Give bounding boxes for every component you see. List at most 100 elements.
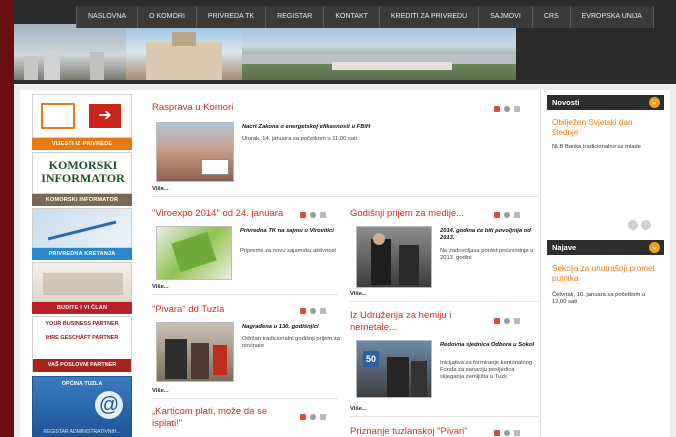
article-thumb-komora[interactable] [156,122,234,182]
print-icon[interactable] [504,318,510,324]
divider [152,196,538,197]
pdf-icon[interactable] [494,430,500,436]
divider [350,416,538,417]
opcina-label: OPĆINA TUZLA [61,381,103,387]
events-text: Četvrtak, 16. januara sa početkom u 12,0… [552,292,646,305]
article-thumb-pivara[interactable] [156,322,234,382]
nav-o-komori[interactable]: O KOMORI [138,6,197,28]
nav-crs[interactable]: CRS [532,6,571,28]
more-link[interactable]: Više... [350,406,367,412]
main-nav: NASLOVNA O KOMORI PRIVREDA TK REGISTAR K… [76,6,654,28]
article-headline[interactable]: Redovna sjednica Odbora u Sokol [440,342,540,349]
more-link[interactable]: Više... [350,291,367,297]
banner-informator-label: KOMORSKI INFORMATOR [32,194,132,206]
article-desc: Utorak, 14. januara sa početkom u 11,00 … [242,136,357,142]
arrow-right-icon: ➔ [89,104,121,128]
pdf-icon[interactable] [494,106,500,112]
left-frame-bar [0,0,14,437]
article-headline[interactable]: Privredna TK na sajmu u Virovitici [240,228,340,235]
section-title-priznanje[interactable]: Priznanje tuzlanskoj "Pivari" [350,426,468,437]
nav-evropska-unija[interactable]: EVROPSKA UNIJA [570,6,654,28]
article-headline[interactable]: Nagrađena u 130. godišnjici [242,324,340,331]
article-actions [494,318,520,324]
nav-kontakt[interactable]: KONTAKT [324,6,380,28]
pdf-icon[interactable] [494,318,500,324]
section-title-viroexpo[interactable]: "Viroexpo 2014" od 24. januara [152,208,283,219]
section-title-prijem[interactable]: Godišnji prijem za medije... [350,208,464,219]
article-thumb-viroexpo[interactable] [156,226,232,280]
banner-privredna-kretanja[interactable]: PRIVREDNA KRETANJA [32,208,132,260]
header-banner [14,24,516,80]
partner-line-3: VAŠ POSLOVNI PARTNER [33,359,131,372]
pdf-icon[interactable] [300,308,306,314]
at-icon: @ [95,391,123,419]
divider [152,294,338,295]
email-icon[interactable] [320,212,326,218]
registar-label: REGISTAR ADMINISTRATIVNIH... [43,429,121,435]
print-icon[interactable] [504,106,510,112]
article-headline[interactable]: Nacrt Zakona o energetskoj efikasnosti u… [242,124,492,131]
news-heading: Novosti [552,98,580,107]
more-link[interactable]: Više... [152,284,169,290]
print-icon[interactable] [310,212,316,218]
print-icon[interactable] [310,414,316,420]
print-icon[interactable] [504,430,510,436]
news-next-icon[interactable]: › [641,220,651,230]
news-text: NLB Banka tradicionalno uz mlade [552,144,641,150]
article-actions [300,308,326,314]
chevron-down-icon[interactable]: ⌄ [649,242,660,253]
chart-line-icon [47,220,117,241]
pdf-icon[interactable] [300,414,306,420]
email-icon[interactable] [320,308,326,314]
article-actions [300,414,326,420]
banner-komorski-informator[interactable]: KOMORSKI INFORMATOR KOMORSKI INFORMATOR [32,152,132,206]
email-icon[interactable] [514,106,520,112]
article-thumb-prijem[interactable] [356,226,432,288]
banner-business-partner[interactable]: YOUR BUSINESS PARTNER IHRE GESCHÄFT PART… [32,316,132,372]
banner-opcina-tuzla[interactable]: OPĆINA TUZLA @ REGISTAR ADMINISTRATIVNIH… [32,376,132,437]
events-heading: Najave [552,243,577,252]
section-title-pivara[interactable]: "Pivara" dd Tuzla [152,304,224,315]
print-icon[interactable] [310,308,316,314]
article-desc: Ne zadovoljava porast proizvodnje u 2013… [440,248,534,261]
nav-sajmovi[interactable]: SAJMOVI [479,6,533,28]
email-icon[interactable] [514,430,520,436]
article-thumb-udruzenje[interactable]: 50 [356,340,432,398]
more-link[interactable]: Više... [152,388,169,394]
email-icon[interactable] [514,318,520,324]
pdf-icon[interactable] [494,212,500,218]
envelope-icon [41,103,75,129]
nav-registar[interactable]: REGISTAR [266,6,325,28]
banner-budite-clan[interactable]: BUDITE I VI ČLAN [32,262,132,314]
section-title-rasprava[interactable]: Rasprava u Komori [152,102,233,113]
nav-naslovna[interactable]: NASLOVNA [76,6,139,28]
banner-clan-label: BUDITE I VI ČLAN [32,302,132,314]
section-title-kartica[interactable]: „Karticom plati, može da se isplati!" [152,406,292,430]
article-desc: Inicijativa za formiranje kantonalnog Fo… [440,360,533,380]
nav-krediti[interactable]: KREDITI ZA PRIVREDU [379,6,480,28]
content-area: ➔ VIJESTI IZ PRIVREDE KOMORSKI INFORMATO… [20,90,670,437]
members-photo [43,273,123,295]
banner-vijesti[interactable]: ➔ VIJESTI IZ PRIVREDE [32,94,132,150]
banner-building [126,24,242,80]
informator-title: KOMORSKI INFORMATOR [41,158,125,185]
nav-privreda-tk[interactable]: PRIVREDA TK [196,6,267,28]
article-headline[interactable]: 2014. godina će biti povoljnija od 2013. [440,228,540,242]
banner-kretanja-label: PRIVREDNA KRETANJA [32,248,132,260]
column-divider [540,90,541,437]
news-prev-icon[interactable]: ‹ [628,220,638,230]
events-title[interactable]: Sekcija za unutrašnji promet putnika [552,264,660,284]
pdf-icon[interactable] [300,212,306,218]
divider [350,301,538,302]
email-icon[interactable] [320,414,326,420]
news-header: Novosti ⌄ [547,95,664,110]
banner-city [242,24,516,80]
section-title-udruzenje[interactable]: Iz Udruženja za hemiju i nemetale... [350,310,490,334]
more-link[interactable]: Više... [152,186,169,192]
print-icon[interactable] [504,212,510,218]
partner-line-1: YOUR BUSINESS PARTNER [45,321,119,327]
chevron-down-icon[interactable]: ⌄ [649,97,660,108]
article-actions [300,212,326,218]
news-title[interactable]: Obilježen Svjetski dan štednje [552,118,660,138]
email-icon[interactable] [514,212,520,218]
